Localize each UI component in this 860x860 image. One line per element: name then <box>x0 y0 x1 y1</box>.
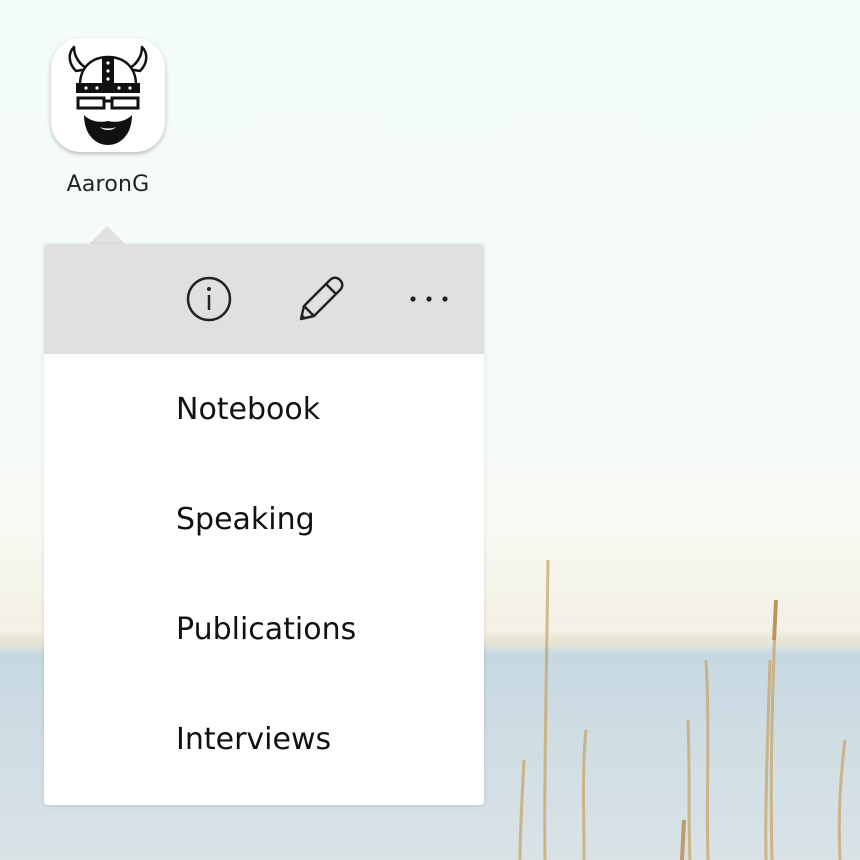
popup-arrow <box>88 226 126 245</box>
app-icon-aarong[interactable] <box>51 38 165 152</box>
viking-avatar-icon <box>68 45 148 145</box>
app-context-popup: Notebook Speaking Publications Interview… <box>44 244 484 805</box>
edit-button[interactable] <box>291 271 347 327</box>
menu-item-label: Notebook <box>176 391 321 427</box>
menu-item-label: Interviews <box>176 721 332 757</box>
menu-item-publications[interactable]: Publications <box>44 574 484 684</box>
menu-item-interviews[interactable]: Interviews <box>44 684 484 794</box>
pencil-icon <box>299 276 344 321</box>
info-icon <box>186 276 232 322</box>
popup-menu-list: Notebook Speaking Publications Interview… <box>44 354 484 794</box>
menu-item-label: Publications <box>176 611 357 647</box>
menu-item-speaking[interactable]: Speaking <box>44 464 484 574</box>
popup-toolbar <box>44 244 484 354</box>
app-label: AaronG <box>66 172 150 197</box>
app-info-button[interactable] <box>181 271 237 327</box>
menu-item-label: Speaking <box>176 501 315 537</box>
more-horizontal-icon <box>410 296 448 302</box>
more-options-button[interactable] <box>401 271 457 327</box>
menu-item-notebook[interactable]: Notebook <box>44 354 484 464</box>
